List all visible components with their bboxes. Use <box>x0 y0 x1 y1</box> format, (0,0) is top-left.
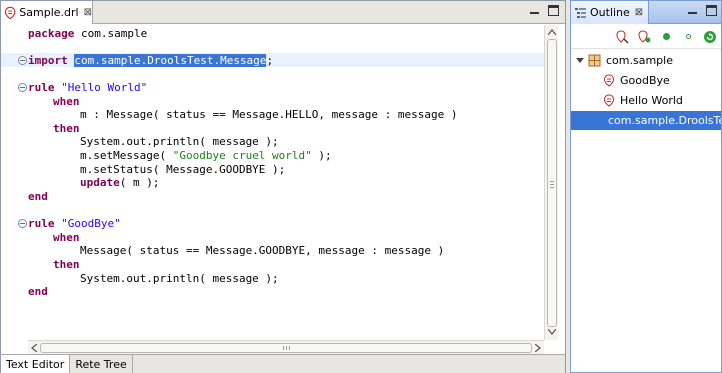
scroll-up-icon[interactable] <box>548 29 556 35</box>
tree-item-rule-hello-world[interactable]: Hello World <box>571 91 721 110</box>
close-icon[interactable]: ⊠ <box>635 7 643 18</box>
code-line-rule-goodbye: rule "GoodBye" <box>28 217 121 230</box>
minimize-icon[interactable] <box>687 5 698 16</box>
fold-toggle-import[interactable] <box>18 56 27 65</box>
tree-item-rule-goodbye[interactable]: GoodBye <box>571 71 721 90</box>
code-line-setstatus: m.setStatus( Message.GOODBYE ); <box>80 163 286 176</box>
code-line-end: end <box>28 285 48 298</box>
code-line-println: System.out.println( message ); <box>80 135 279 148</box>
selected-text: com.sample.DroolsTest.Message <box>74 54 267 67</box>
scroll-left-icon[interactable] <box>31 344 37 352</box>
code-line-package: package com.sample <box>28 27 148 40</box>
fold-toggle-rule-goodbye[interactable] <box>18 219 27 228</box>
scroll-right-icon[interactable] <box>535 344 541 352</box>
outline-toolbar <box>571 25 721 49</box>
tab-outline[interactable]: Outline ⊠ <box>571 1 649 24</box>
editor-tab-sample-drl[interactable]: Sample.drl ⊠ <box>1 1 93 24</box>
editor-view-buttons <box>529 5 559 16</box>
code-line-when: when <box>53 95 80 108</box>
refresh-icon[interactable] <box>703 30 717 44</box>
editor-panel: Sample.drl ⊠ package com.sample import c… <box>0 0 566 373</box>
outline-tab-strip: Outline ⊠ <box>571 1 721 24</box>
green-ring-icon[interactable] <box>681 30 695 44</box>
tab-text-editor[interactable]: Text Editor <box>1 355 71 373</box>
eclipse-window: Sample.drl ⊠ package com.sample import c… <box>0 0 722 373</box>
vertical-scroll-thumb[interactable] <box>547 39 557 327</box>
horizontal-scrollbar[interactable] <box>28 340 544 354</box>
tree-label-package: com.sample <box>606 54 673 67</box>
editor-page-tabs: Text Editor Rete Tree <box>1 354 565 373</box>
tree-item-import[interactable]: com.sample.DroolsTest.Message <box>571 111 721 130</box>
drools-file-icon <box>4 6 16 19</box>
code-line-end: end <box>28 190 48 203</box>
rule-icon <box>603 94 615 107</box>
code-line-println: System.out.println( message ); <box>80 272 279 285</box>
maximize-icon[interactable] <box>706 5 717 16</box>
code-line-condition: Message( status == Message.GOODBYE, mess… <box>80 244 445 257</box>
fold-toggle-rule-hello[interactable] <box>18 83 27 92</box>
horizontal-scroll-thumb[interactable] <box>40 343 532 353</box>
code-line-rule-hello: rule "Hello World" <box>28 81 148 94</box>
code-line-when: when <box>53 231 80 244</box>
editor-tab-title: Sample.drl <box>19 6 79 19</box>
filter-icon[interactable] <box>637 29 651 44</box>
editor-tab-strip: Sample.drl ⊠ <box>1 1 565 24</box>
code-line-import: import com.sample.DroolsTest.Message; <box>28 54 274 67</box>
package-icon <box>588 54 601 67</box>
tree-label-rule: Hello World <box>620 94 683 107</box>
outline-tab-title: Outline <box>590 6 630 19</box>
code-line-condition: m : Message( status == Message.HELLO, me… <box>80 108 458 121</box>
maximize-icon[interactable] <box>548 5 559 16</box>
code-line-then: then <box>53 122 80 135</box>
code-editor[interactable]: package com.sample import com.sample.Dro… <box>1 25 544 340</box>
vertical-scrollbar[interactable] <box>544 25 558 340</box>
minimize-icon[interactable] <box>529 5 540 16</box>
outline-view-buttons <box>687 5 717 16</box>
outline-icon <box>575 8 586 18</box>
code-line-setmessage: m.setMessage( "Goodbye cruel world" ); <box>80 149 332 162</box>
tree-item-package[interactable]: com.sample <box>571 51 721 70</box>
rule-icon <box>603 74 615 87</box>
tab-rete-tree[interactable]: Rete Tree <box>70 355 133 373</box>
sort-icon[interactable] <box>615 29 629 44</box>
scroll-down-icon[interactable] <box>548 329 556 335</box>
tree-label-import: com.sample.DroolsTest.Message <box>608 114 721 127</box>
green-dot-icon[interactable] <box>659 30 673 44</box>
close-icon[interactable]: ⊠ <box>84 7 92 18</box>
chevron-down-icon[interactable] <box>575 56 584 65</box>
outline-panel: Outline ⊠ com.sample GoodBye Hello World… <box>570 0 722 373</box>
tree-label-rule: GoodBye <box>620 74 670 87</box>
code-line-update: update( m ); <box>80 176 160 189</box>
code-line-then: then <box>53 258 80 271</box>
